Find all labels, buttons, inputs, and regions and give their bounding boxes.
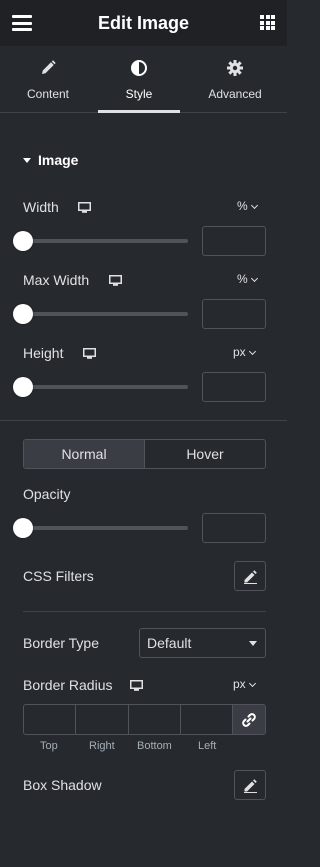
panel-tabs: Content Style Advanced [0, 46, 287, 113]
box-shadow-label: Box Shadow [23, 777, 102, 793]
link-icon [242, 713, 256, 727]
tab-content-label: Content [26, 87, 70, 101]
caret-down-icon [23, 158, 31, 163]
border-radius-inputs [23, 704, 266, 735]
max-width-label: Max Width [23, 272, 90, 288]
width-slider[interactable] [13, 231, 188, 251]
radius-left-input[interactable] [181, 705, 233, 734]
tab-content[interactable]: Content [7, 46, 89, 113]
border-type-value: Default [147, 635, 192, 651]
max-width-unit-select[interactable]: % [237, 272, 258, 286]
pencil-icon [244, 779, 257, 793]
tab-style[interactable]: Style [98, 46, 180, 113]
opacity-slider[interactable] [13, 518, 188, 538]
desktop-icon[interactable] [83, 348, 96, 359]
tab-style-label: Style [125, 87, 153, 101]
panel-header: Edit Image [0, 0, 287, 46]
css-filters-label: CSS Filters [23, 568, 94, 584]
panel-title: Edit Image [97, 13, 190, 33]
chevron-down-icon [248, 347, 256, 356]
link-values-button[interactable] [233, 705, 265, 734]
width-slider-handle[interactable] [13, 231, 33, 251]
radius-top-label: Top [40, 740, 58, 752]
widgets-grid-icon[interactable] [260, 15, 275, 30]
max-width-slider-handle[interactable] [13, 304, 33, 324]
opacity-label: Opacity [23, 486, 71, 502]
border-radius-label: Border Radius [23, 677, 113, 693]
max-width-input[interactable] [202, 299, 266, 329]
chevron-down-icon [250, 274, 258, 283]
tab-advanced[interactable]: Advanced [194, 46, 276, 113]
tab-hover[interactable]: Hover [145, 440, 265, 468]
pencil-icon [244, 570, 257, 584]
opacity-input[interactable] [202, 513, 266, 543]
radius-right-input[interactable] [76, 705, 129, 734]
caret-down-icon [249, 641, 257, 646]
height-label: Height [23, 345, 64, 361]
inner-divider [23, 611, 266, 612]
section-toggle-image[interactable]: Image [23, 152, 78, 168]
height-slider[interactable] [13, 377, 188, 397]
css-filters-edit-button[interactable] [234, 561, 266, 591]
section-title-label: Image [38, 152, 79, 168]
max-width-slider[interactable] [13, 304, 188, 324]
state-tabs: Normal Hover [23, 439, 266, 469]
width-unit-select[interactable]: % [237, 199, 258, 213]
tab-advanced-label: Advanced [208, 87, 262, 101]
max-width-unit-value: % [237, 272, 248, 286]
desktop-icon[interactable] [109, 275, 122, 286]
radius-right-label: Right [89, 740, 115, 752]
radius-left-label: Left [198, 740, 217, 752]
width-label: Width [23, 199, 59, 215]
desktop-icon[interactable] [78, 202, 91, 213]
height-input[interactable] [202, 372, 266, 402]
height-slider-handle[interactable] [13, 377, 33, 397]
chevron-down-icon [248, 679, 256, 688]
section-divider [0, 420, 287, 421]
border-radius-unit-select[interactable]: px [233, 677, 256, 691]
pencil-icon [42, 60, 56, 74]
radius-bottom-input[interactable] [129, 705, 181, 734]
width-input[interactable] [202, 226, 266, 256]
contrast-icon [131, 60, 147, 76]
border-type-label: Border Type [23, 635, 100, 651]
box-shadow-edit-button[interactable] [234, 770, 266, 800]
height-unit-select[interactable]: px [233, 345, 256, 359]
radius-top-input[interactable] [24, 705, 77, 734]
tab-normal[interactable]: Normal [24, 440, 145, 468]
chevron-down-icon [250, 201, 258, 210]
border-radius-unit-value: px [233, 677, 246, 691]
border-type-select[interactable]: Default [139, 628, 266, 658]
width-unit-value: % [237, 199, 248, 213]
gear-icon [227, 60, 243, 76]
radius-bottom-label: Bottom [137, 740, 172, 752]
opacity-slider-handle[interactable] [13, 518, 33, 538]
desktop-icon[interactable] [130, 680, 143, 691]
height-unit-value: px [233, 345, 246, 359]
